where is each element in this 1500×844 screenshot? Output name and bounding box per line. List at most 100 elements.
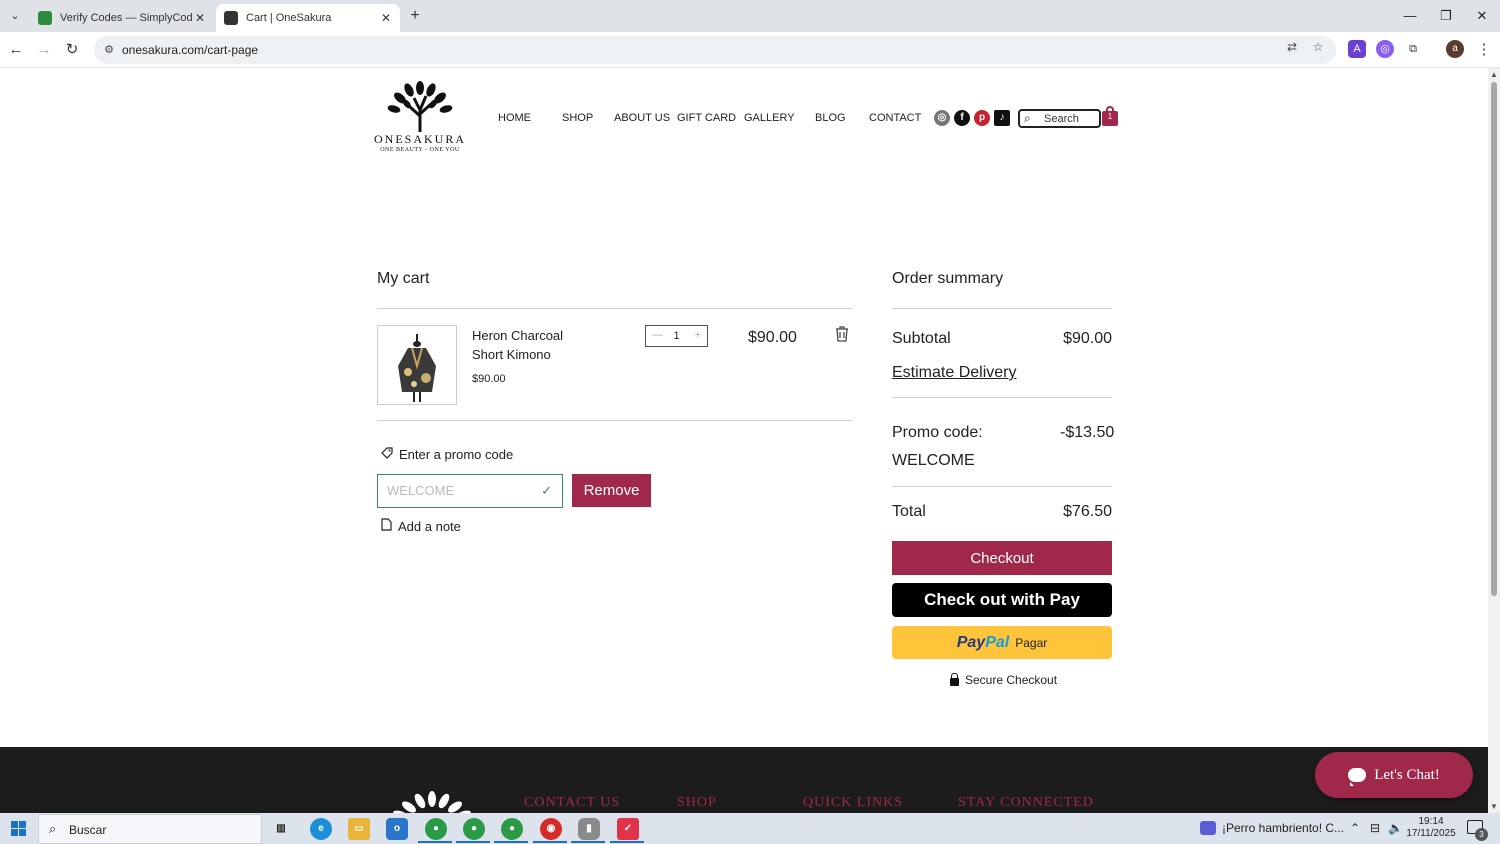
tab-onesakura[interactable]: Cart | OneSakura ✕ bbox=[216, 4, 400, 32]
onesakura-favicon-icon bbox=[224, 11, 238, 25]
active-app-indicator bbox=[571, 841, 605, 843]
pinterest-icon[interactable]: p bbox=[974, 110, 990, 126]
close-window-icon[interactable]: ✕ bbox=[1470, 6, 1494, 26]
minimize-icon[interactable]: — bbox=[1398, 6, 1422, 26]
paypal-button[interactable]: Pay Pal Pagar bbox=[892, 626, 1112, 659]
nav-blog[interactable]: BLOG bbox=[815, 112, 846, 124]
nav-about-us[interactable]: ABOUT US bbox=[614, 112, 670, 124]
product-name[interactable]: Heron Charcoal Short Kimono bbox=[472, 326, 582, 364]
product-image[interactable] bbox=[377, 325, 457, 405]
nav-gallery[interactable]: GALLERY bbox=[744, 112, 795, 124]
nav-contact[interactable]: CONTACT bbox=[869, 112, 921, 124]
extensions-puzzle-icon[interactable]: ⧉ bbox=[1404, 40, 1422, 58]
quantity-stepper[interactable]: — 1 + bbox=[645, 325, 708, 347]
tab-close-icon[interactable]: ✕ bbox=[378, 11, 394, 25]
trash-icon[interactable] bbox=[835, 326, 849, 342]
tab-simplycodes[interactable]: Verify Codes — SimplyCodes ✕ bbox=[30, 4, 214, 32]
outlook-icon[interactable]: o bbox=[386, 818, 408, 840]
tab-list-chevron-icon[interactable]: ⌄ bbox=[6, 7, 24, 25]
clock-date: 17/11/2025 bbox=[1406, 828, 1456, 839]
new-tab-plus-icon[interactable]: + bbox=[405, 6, 425, 26]
extension-a-icon[interactable]: A bbox=[1348, 40, 1366, 58]
back-arrow-icon[interactable]: ← bbox=[6, 40, 26, 60]
profile-avatar[interactable]: a bbox=[1446, 40, 1464, 58]
lets-chat-label: Let's Chat! bbox=[1374, 766, 1440, 783]
file-explorer-icon[interactable]: ▭ bbox=[348, 818, 370, 840]
enter-promo-label: Enter a promo code bbox=[399, 447, 514, 462]
tab-title: Verify Codes — SimplyCodes bbox=[60, 12, 192, 24]
secure-checkout: Secure Checkout bbox=[950, 672, 1057, 687]
estimate-delivery-link[interactable]: Estimate Delivery bbox=[892, 364, 1016, 382]
browser-toolbar: ← → ↻ ⚙ onesakura.com/cart-page ⇄ ☆ A ◎ … bbox=[0, 32, 1500, 68]
checkout-button[interactable]: Checkout bbox=[892, 541, 1112, 575]
news-widget[interactable]: ¡Perro hambriento! C... bbox=[1200, 821, 1344, 835]
tab-title: Cart | OneSakura bbox=[246, 12, 332, 24]
scroll-down-arrow-icon[interactable]: ▼ bbox=[1490, 802, 1498, 811]
nav-shop[interactable]: SHOP bbox=[562, 112, 593, 124]
url-text: onesakura.com/cart-page bbox=[122, 43, 259, 57]
promo-code-label: Promo code: bbox=[892, 424, 983, 441]
edge-icon[interactable]: e bbox=[310, 818, 332, 840]
my-cart-title: My cart bbox=[377, 270, 430, 287]
promo-code-field[interactable]: ✓ bbox=[377, 474, 563, 508]
translate-icon[interactable]: ⇄ bbox=[1284, 39, 1300, 55]
chrome-profile-2-icon[interactable]: ● bbox=[463, 818, 485, 840]
taskbar-search-box[interactable]: ⌕ Buscar bbox=[38, 814, 262, 844]
news-video-icon bbox=[1200, 821, 1216, 835]
bookmark-star-icon[interactable]: ☆ bbox=[1310, 39, 1326, 55]
tiktok-icon[interactable]: ♪ bbox=[994, 110, 1010, 126]
tray-chevron-up-icon[interactable]: ⌃ bbox=[1350, 821, 1360, 835]
instagram-icon[interactable]: ◎ bbox=[934, 110, 950, 126]
note-document-icon bbox=[381, 518, 392, 534]
enter-promo-link[interactable]: Enter a promo code bbox=[381, 447, 513, 462]
tray-network-icon[interactable]: ⊟ bbox=[1370, 821, 1380, 835]
site-footer: CONTACT US SHOP QUICK LINKS STAY CONNECT… bbox=[0, 747, 1488, 813]
browser-menu-icon[interactable]: ⋮ bbox=[1474, 40, 1494, 60]
simplycodes-favicon-icon bbox=[38, 11, 52, 25]
remove-promo-button[interactable]: Remove bbox=[572, 474, 651, 507]
nav-home[interactable]: HOME bbox=[498, 112, 531, 124]
footer-heading-contact: CONTACT US bbox=[524, 795, 621, 810]
scrollbar-thumb[interactable] bbox=[1491, 82, 1497, 596]
pocket-app-icon[interactable]: ✓ bbox=[617, 818, 639, 840]
nav-gift-card[interactable]: GIFT CARD bbox=[677, 112, 736, 124]
site-search-input[interactable]: ⌕ Search bbox=[1018, 109, 1101, 128]
forward-arrow-icon[interactable]: → bbox=[34, 40, 54, 60]
lets-chat-button[interactable]: Let's Chat! bbox=[1315, 752, 1473, 798]
page-scrollbar[interactable]: ▲ ▼ bbox=[1488, 68, 1500, 813]
chrome-profile-3-icon[interactable]: ● bbox=[501, 818, 523, 840]
tab-close-icon[interactable]: ✕ bbox=[192, 11, 208, 25]
task-view-icon[interactable]: ▥ bbox=[270, 818, 292, 840]
search-icon: ⌕ bbox=[1024, 111, 1031, 125]
clock-time: 19:14 bbox=[1418, 816, 1444, 827]
divider bbox=[892, 397, 1112, 398]
windows-start-icon[interactable] bbox=[11, 821, 26, 836]
lock-icon bbox=[950, 672, 959, 686]
brand-name: ONESAKURA bbox=[373, 132, 466, 146]
address-bar[interactable]: ⚙ onesakura.com/cart-page bbox=[94, 36, 1336, 64]
chrome-profile-1-icon[interactable]: ● bbox=[425, 818, 447, 840]
footer-logo-icon bbox=[392, 789, 472, 813]
scroll-up-arrow-icon[interactable]: ▲ bbox=[1490, 70, 1498, 79]
taskbar-clock[interactable]: 19:14 17/11/2025 bbox=[1406, 816, 1456, 840]
taskbar-search-label: Buscar bbox=[69, 823, 107, 837]
add-note-link[interactable]: Add a note bbox=[381, 518, 461, 534]
facebook-icon[interactable]: f bbox=[954, 110, 970, 126]
mouse-app-icon[interactable]: ▮ bbox=[578, 818, 600, 840]
promo-discount-value: -$13.50 bbox=[1060, 424, 1115, 441]
site-logo[interactable]: ONESAKURA ONE BEAUTY - ONE YOU bbox=[370, 80, 470, 158]
tray-volume-icon[interactable]: 🔈 bbox=[1388, 821, 1403, 835]
divider bbox=[377, 420, 853, 421]
red-app-icon[interactable]: ◉ bbox=[540, 818, 562, 840]
site-info-icon[interactable]: ⚙ bbox=[102, 43, 116, 57]
active-app-indicator bbox=[418, 841, 452, 843]
apple-pay-button[interactable]: Check out with Pay bbox=[892, 583, 1112, 617]
extension-circle-icon[interactable]: ◎ bbox=[1376, 40, 1394, 58]
promo-code-input[interactable] bbox=[387, 475, 537, 505]
restore-icon[interactable]: ❐ bbox=[1434, 6, 1458, 26]
reload-icon[interactable]: ↻ bbox=[62, 40, 82, 60]
browser-tabstrip: ⌄ Verify Codes — SimplyCodes ✕ Cart | On… bbox=[0, 0, 1500, 32]
footer-heading-stay-connected: STAY CONNECTED bbox=[958, 795, 1094, 810]
cart-bag-icon[interactable]: 1 bbox=[1102, 106, 1118, 126]
quantity-increase-button[interactable]: + bbox=[695, 329, 701, 341]
